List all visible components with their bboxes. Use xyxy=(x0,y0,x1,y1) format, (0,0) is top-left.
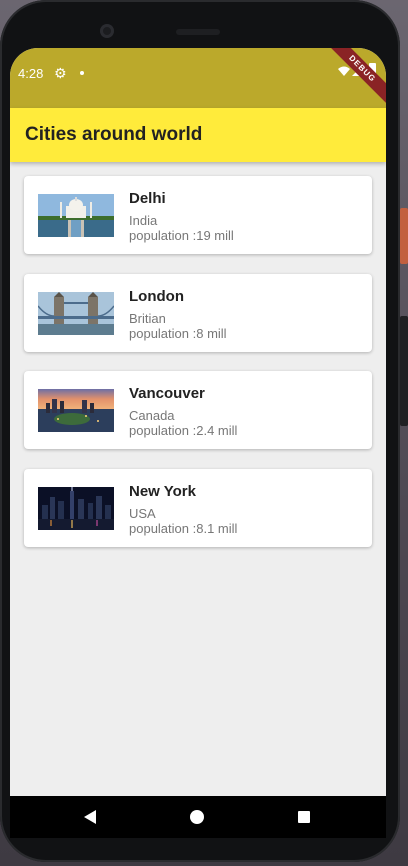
city-country: India xyxy=(129,213,158,228)
tower-bridge-image xyxy=(38,291,114,335)
taj-mahal-image xyxy=(38,194,114,237)
vancouver-skyline-image xyxy=(38,389,114,432)
app-bar: Cities around world xyxy=(10,108,386,162)
gear-icon: ⚙ xyxy=(54,65,67,81)
city-country: Canada xyxy=(129,408,175,423)
earpiece-speaker xyxy=(176,29,220,35)
volume-button xyxy=(400,316,408,426)
city-population: population :8 mill xyxy=(129,325,227,341)
city-list: Delhi India population :19 mill London B… xyxy=(24,176,372,566)
new-york-night-image xyxy=(38,486,114,530)
city-country: Britian xyxy=(129,310,166,326)
phone-screen: 4:28 ⚙ DEBUG Cities around world Delhi I… xyxy=(10,48,386,838)
power-button xyxy=(400,208,408,264)
page-title: Cities around world xyxy=(25,124,203,145)
system-nav-bar xyxy=(10,796,386,838)
status-time: 4:28 xyxy=(18,66,44,81)
city-name: New York xyxy=(129,482,196,500)
phone-frame: 4:28 ⚙ DEBUG Cities around world Delhi I… xyxy=(0,0,400,862)
city-name: London xyxy=(129,287,184,305)
city-population: population :8.1 mill xyxy=(129,520,238,536)
dot-icon xyxy=(80,71,84,75)
home-icon[interactable] xyxy=(190,810,204,824)
wifi-icon xyxy=(338,66,350,76)
city-country: USA xyxy=(129,505,156,521)
city-name: Vancouver xyxy=(129,385,205,402)
city-card-vancouver[interactable]: Vancouver Canada population :2.4 mill xyxy=(24,371,372,449)
city-population: population :19 mill xyxy=(129,228,234,243)
recents-icon[interactable] xyxy=(298,811,310,823)
city-card-london[interactable]: London Britian population :8 mill xyxy=(24,273,372,352)
back-icon[interactable] xyxy=(84,810,96,824)
city-name: Delhi xyxy=(129,190,166,207)
status-bar: 4:28 ⚙ xyxy=(10,48,386,108)
city-card-new-york[interactable]: New York USA population :8.1 mill xyxy=(24,468,372,547)
city-card-delhi[interactable]: Delhi India population :19 mill xyxy=(24,176,372,254)
city-population: population :2.4 mill xyxy=(129,423,238,438)
front-camera xyxy=(100,24,114,38)
